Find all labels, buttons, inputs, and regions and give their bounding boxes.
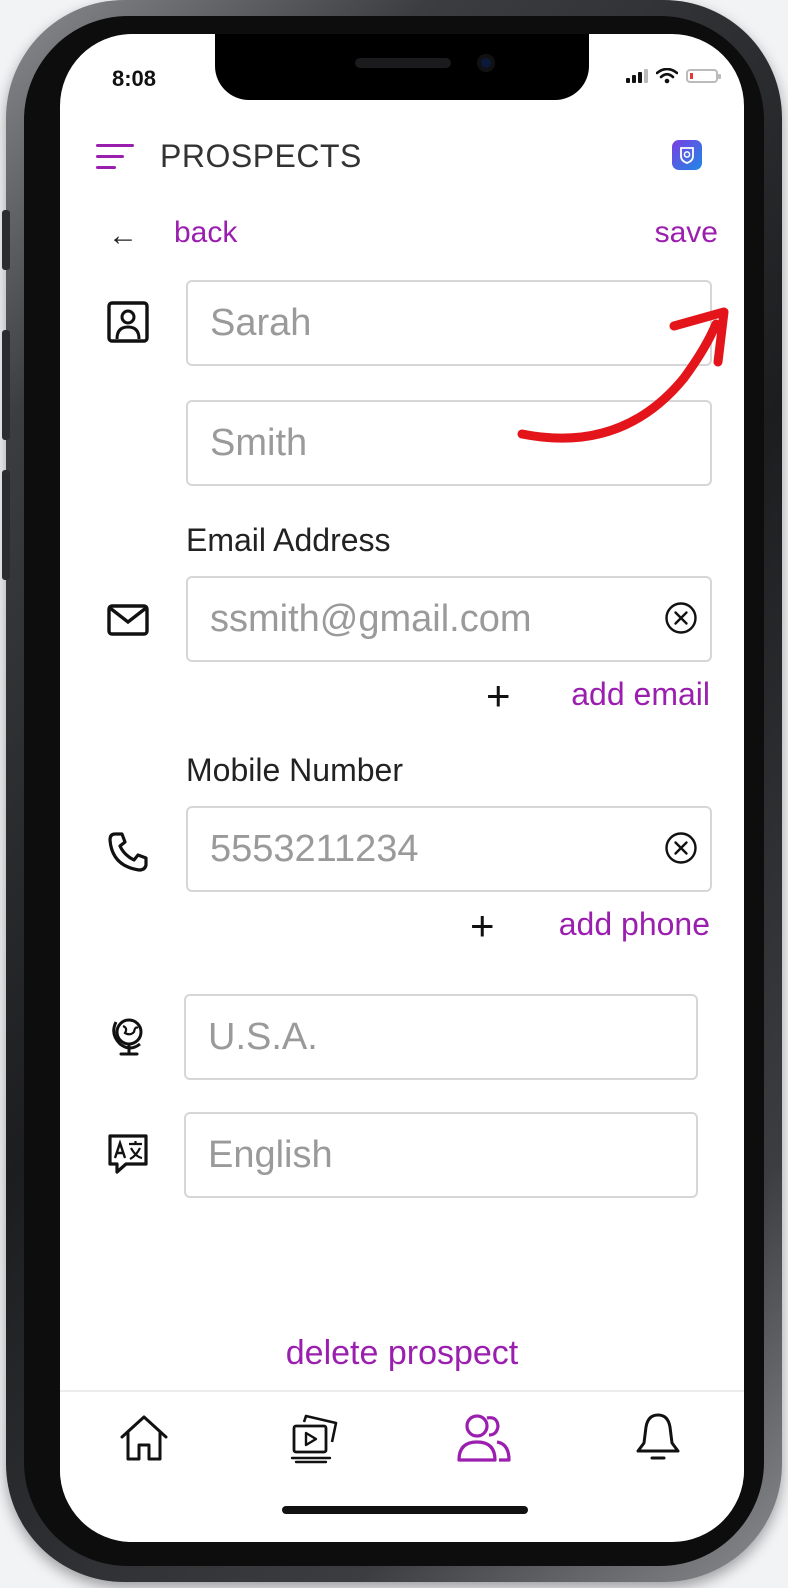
page-title: PROSPECTS xyxy=(160,138,362,174)
first-name-input[interactable] xyxy=(210,282,650,364)
app-screen: 8:08 PROSPECTS ← back save Sarah Smith E… xyxy=(60,34,744,1542)
phone-icon xyxy=(104,828,152,876)
add-phone-link[interactable]: add phone xyxy=(559,906,710,943)
tab-home-icon[interactable] xyxy=(114,1408,174,1468)
app-header: PROSPECTS xyxy=(96,138,708,174)
app-logo-icon[interactable] xyxy=(672,140,702,170)
volume-down-button xyxy=(2,470,10,580)
battery-icon xyxy=(686,69,721,83)
language-field[interactable] xyxy=(184,1112,698,1198)
add-phone-plus-icon[interactable]: + xyxy=(470,905,495,947)
tab-people-icon[interactable] xyxy=(454,1408,514,1468)
back-link[interactable]: back xyxy=(174,216,237,250)
translate-icon xyxy=(104,1130,152,1178)
email-label: Email Address xyxy=(186,522,391,558)
phone-field[interactable] xyxy=(186,806,712,892)
envelope-icon xyxy=(104,596,152,644)
save-link[interactable]: save xyxy=(655,216,718,250)
contact-card-icon xyxy=(104,298,152,346)
add-email-link[interactable]: add email xyxy=(571,676,710,713)
email-field[interactable] xyxy=(186,576,712,662)
volume-up-button xyxy=(2,330,10,440)
home-indicator[interactable] xyxy=(282,1506,528,1514)
bottom-tab-bar xyxy=(60,1390,744,1502)
phone-label: Mobile Number xyxy=(186,752,403,788)
tab-bell-icon[interactable] xyxy=(628,1408,688,1468)
country-input[interactable] xyxy=(208,996,636,1078)
language-input[interactable] xyxy=(208,1114,636,1196)
phone-input[interactable] xyxy=(210,808,650,890)
menu-icon[interactable] xyxy=(96,144,134,172)
add-email-plus-icon[interactable]: + xyxy=(486,675,511,717)
wifi-icon xyxy=(656,68,678,84)
speaker-grille xyxy=(355,58,451,68)
form-nav: ← back save xyxy=(108,216,718,256)
back-arrow-icon[interactable]: ← xyxy=(108,221,138,251)
status-time: 8:08 xyxy=(112,66,157,91)
clear-phone-icon[interactable] xyxy=(662,829,700,867)
clear-email-icon[interactable] xyxy=(662,599,700,637)
first-name-field[interactable] xyxy=(186,280,712,366)
email-input[interactable] xyxy=(210,578,650,660)
front-camera xyxy=(477,54,495,72)
delete-prospect-button[interactable]: delete prospect xyxy=(60,1334,744,1373)
last-name-input[interactable] xyxy=(210,402,650,484)
country-field[interactable] xyxy=(184,994,698,1080)
last-name-field[interactable] xyxy=(186,400,712,486)
tab-media-gallery-icon[interactable] xyxy=(284,1408,344,1468)
notch xyxy=(215,34,589,100)
mute-switch xyxy=(2,210,10,270)
globe-icon xyxy=(104,1012,152,1060)
signal-icon xyxy=(626,69,648,83)
status-icons xyxy=(626,68,721,84)
